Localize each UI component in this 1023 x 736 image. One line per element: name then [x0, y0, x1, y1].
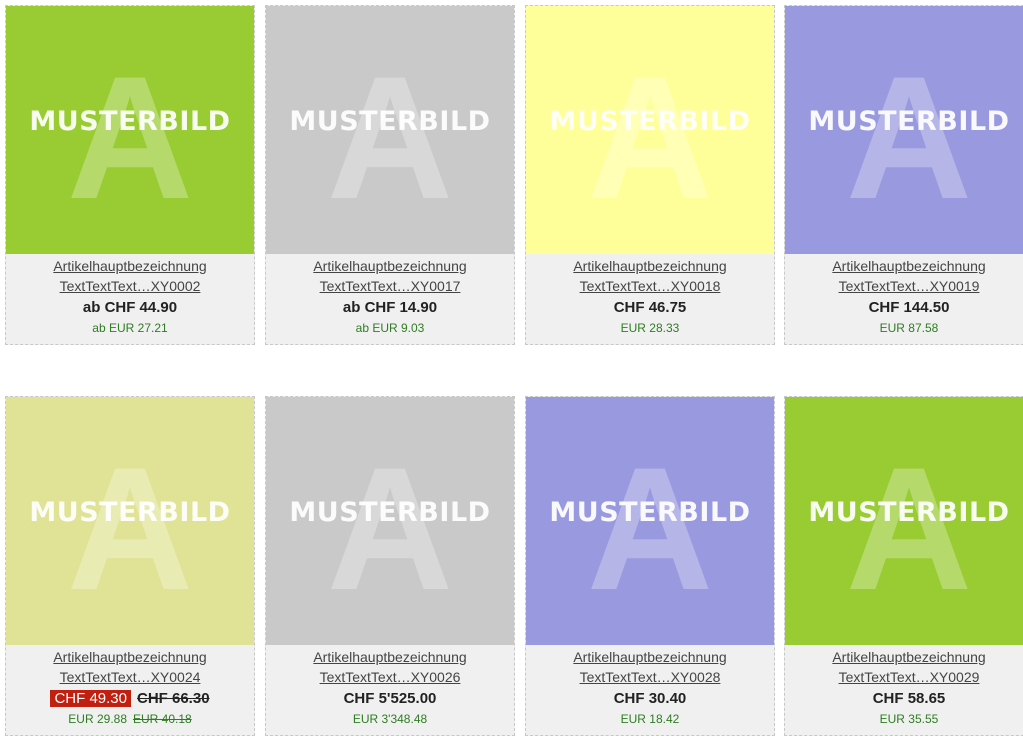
product-subtitle-link[interactable]: TextTextText…XY0028: [526, 667, 774, 687]
price-eur: EUR 3'348.48: [352, 712, 428, 726]
product-name-link[interactable]: Artikelhauptbezeichnung: [526, 647, 774, 667]
price-eur: EUR 35.55: [879, 712, 939, 726]
price-chf: CHF 30.40: [613, 690, 687, 707]
price-eur: EUR 87.58: [879, 321, 939, 335]
product-card[interactable]: A MUSTERBILD Artikelhauptbezeichnung Tex…: [525, 396, 775, 736]
placeholder-watermark: MUSTERBILD: [549, 497, 751, 528]
product-card[interactable]: A MUSTERBILD Artikelhauptbezeichnung Tex…: [265, 396, 515, 736]
product-name-link[interactable]: Artikelhauptbezeichnung: [6, 647, 254, 667]
product-name-link[interactable]: Artikelhauptbezeichnung: [6, 256, 254, 276]
product-info: Artikelhauptbezeichnung TextTextText…XY0…: [526, 256, 774, 344]
placeholder-watermark: MUSTERBILD: [289, 497, 491, 528]
product-subtitle-link[interactable]: TextTextText…XY0019: [785, 276, 1023, 296]
product-image[interactable]: A MUSTERBILD: [785, 6, 1023, 254]
placeholder-watermark: MUSTERBILD: [29, 106, 231, 137]
product-subtitle-link[interactable]: TextTextText…XY0002: [6, 276, 254, 296]
product-card[interactable]: A MUSTERBILD Artikelhauptbezeichnung Tex…: [265, 5, 515, 345]
placeholder-watermark: MUSTERBILD: [29, 497, 231, 528]
placeholder-watermark: MUSTERBILD: [289, 106, 491, 137]
price-eur: EUR 29.88 EUR 40.18: [6, 711, 254, 727]
placeholder-letter: A: [586, 432, 714, 627]
product-image[interactable]: A MUSTERBILD: [266, 6, 514, 254]
price-eur: EUR 28.33: [620, 321, 680, 335]
product-info: Artikelhauptbezeichnung TextTextText…XY0…: [526, 647, 774, 735]
placeholder-letter: A: [66, 41, 194, 236]
price-eur: ab EUR 9.03: [355, 321, 425, 335]
product-card[interactable]: A MUSTERBILD Artikelhauptbezeichnung Tex…: [5, 396, 255, 736]
product-card[interactable]: A MUSTERBILD Artikelhauptbezeichnung Tex…: [784, 396, 1023, 736]
placeholder-letter: A: [326, 432, 454, 627]
placeholder-watermark: MUSTERBILD: [808, 497, 1010, 528]
product-image[interactable]: A MUSTERBILD: [526, 397, 774, 645]
product-image[interactable]: A MUSTERBILD: [526, 6, 774, 254]
placeholder-letter: A: [326, 41, 454, 236]
product-card[interactable]: A MUSTERBILD Artikelhauptbezeichnung Tex…: [5, 5, 255, 345]
product-name-link[interactable]: Artikelhauptbezeichnung: [785, 256, 1023, 276]
product-info: Artikelhauptbezeichnung TextTextText…XY0…: [6, 256, 254, 344]
placeholder-letter: A: [845, 41, 973, 236]
price-chf: ab CHF 14.90: [342, 299, 438, 316]
old-price-chf: CHF 66.30: [137, 690, 210, 707]
price-chf: CHF 5'525.00: [343, 690, 437, 707]
product-info: Artikelhauptbezeichnung TextTextText…XY0…: [266, 256, 514, 344]
placeholder-watermark: MUSTERBILD: [808, 106, 1010, 137]
price-eur: ab EUR 27.21: [92, 321, 168, 335]
sale-price-badge: CHF 49.30: [50, 690, 131, 707]
price-eur: EUR 18.42: [620, 712, 680, 726]
product-subtitle-link[interactable]: TextTextText…XY0018: [526, 276, 774, 296]
product-image[interactable]: A MUSTERBILD: [266, 397, 514, 645]
placeholder-watermark: MUSTERBILD: [549, 106, 751, 137]
price-chf: ab CHF 44.90: [82, 299, 178, 316]
placeholder-letter: A: [586, 41, 714, 236]
product-grid: A MUSTERBILD Artikelhauptbezeichnung Tex…: [0, 0, 1023, 736]
price-chf: CHF 46.75: [613, 299, 687, 316]
placeholder-letter: A: [845, 432, 973, 627]
product-card[interactable]: A MUSTERBILD Artikelhauptbezeichnung Tex…: [784, 5, 1023, 345]
product-card[interactable]: A MUSTERBILD Artikelhauptbezeichnung Tex…: [525, 5, 775, 345]
product-subtitle-link[interactable]: TextTextText…XY0017: [266, 276, 514, 296]
placeholder-letter: A: [66, 432, 194, 627]
product-info: Artikelhauptbezeichnung TextTextText…XY0…: [785, 256, 1023, 344]
old-price-eur: EUR 40.18: [133, 712, 192, 726]
product-subtitle-link[interactable]: TextTextText…XY0024: [6, 667, 254, 687]
product-name-link[interactable]: Artikelhauptbezeichnung: [266, 256, 514, 276]
product-name-link[interactable]: Artikelhauptbezeichnung: [266, 647, 514, 667]
sale-price-eur: EUR 29.88: [68, 712, 127, 726]
product-image[interactable]: A MUSTERBILD: [6, 6, 254, 254]
product-info: Artikelhauptbezeichnung TextTextText…XY0…: [785, 647, 1023, 735]
product-image[interactable]: A MUSTERBILD: [785, 397, 1023, 645]
product-info: Artikelhauptbezeichnung TextTextText…XY0…: [6, 647, 254, 735]
product-info: Artikelhauptbezeichnung TextTextText…XY0…: [266, 647, 514, 735]
product-subtitle-link[interactable]: TextTextText…XY0029: [785, 667, 1023, 687]
price-chf: CHF 58.65: [872, 690, 946, 707]
product-subtitle-link[interactable]: TextTextText…XY0026: [266, 667, 514, 687]
product-name-link[interactable]: Artikelhauptbezeichnung: [526, 256, 774, 276]
price-chf: CHF 49.30 CHF 66.30: [6, 690, 254, 708]
price-chf: CHF 144.50: [868, 299, 950, 316]
product-image[interactable]: A MUSTERBILD: [6, 397, 254, 645]
product-name-link[interactable]: Artikelhauptbezeichnung: [785, 647, 1023, 667]
